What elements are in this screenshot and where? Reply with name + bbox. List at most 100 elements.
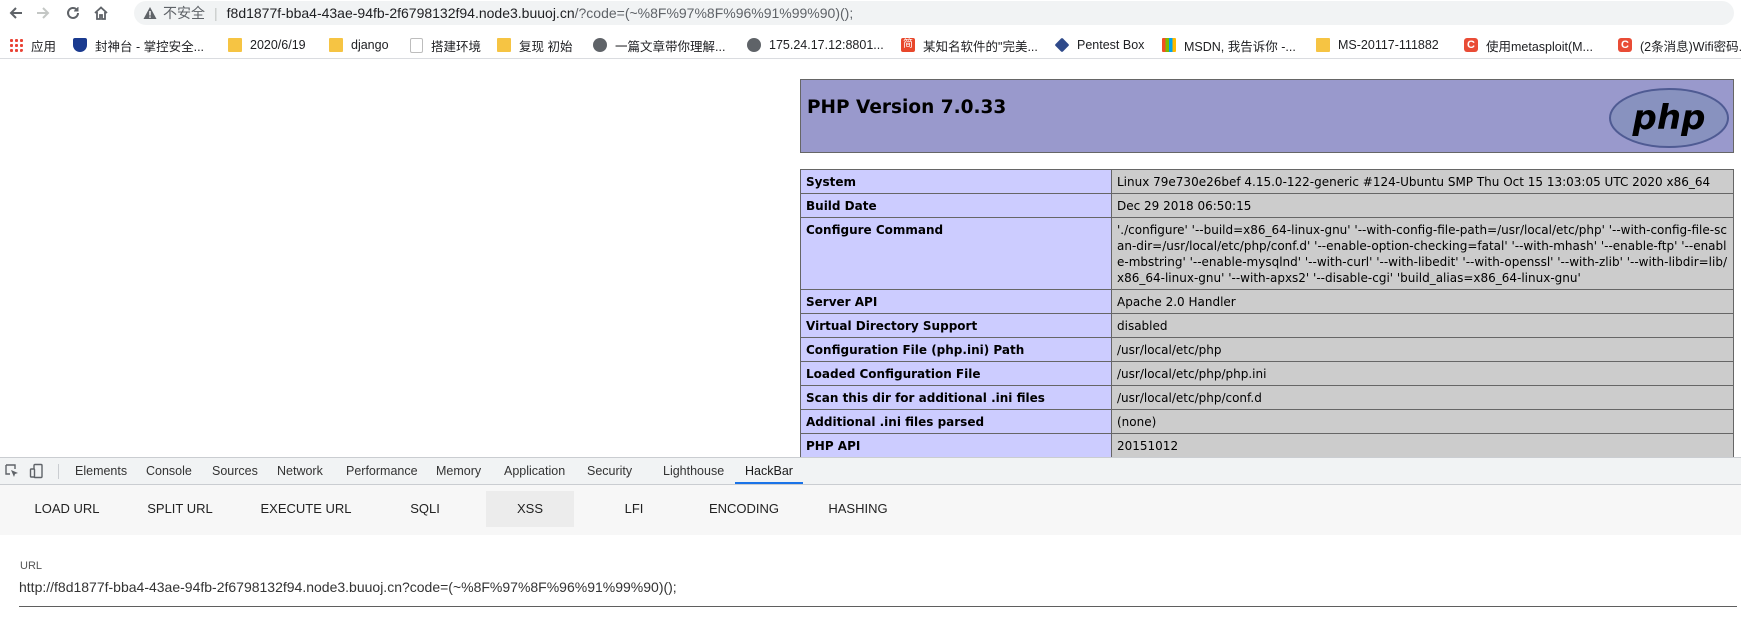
tab-lighthouse[interactable]: Lighthouse bbox=[663, 458, 724, 484]
row-key: Configuration File (php.ini) Path bbox=[800, 337, 1112, 362]
address-bar[interactable]: 不安全 | f8d1877f-bba4-43ae-94fb-2f6798132f… bbox=[134, 1, 1734, 25]
row-key: Build Date bbox=[800, 193, 1112, 218]
row-key: PHP API bbox=[800, 433, 1112, 457]
tab-hackbar[interactable]: HackBar bbox=[735, 458, 803, 484]
bookmark-item[interactable]: 搭建环境 bbox=[410, 37, 482, 54]
devtools-tab-bar: Elements Console Sources Network Perform… bbox=[0, 458, 1741, 485]
back-arrow-icon[interactable] bbox=[4, 2, 28, 24]
folder-icon bbox=[497, 38, 511, 52]
bookmark-apps[interactable]: 应用 bbox=[9, 37, 56, 54]
address-separator: | bbox=[214, 5, 218, 21]
bookmark-item[interactable]: Pentest Box bbox=[1054, 37, 1145, 53]
folder-icon bbox=[329, 38, 343, 52]
tab-elements[interactable]: Elements bbox=[75, 458, 127, 484]
bookmark-label: 一篇文章带你理解... bbox=[615, 39, 726, 54]
bookmarks-bar: 应用 封神台 - 掌控安全... 2020/6/19 django 搭建环境 复… bbox=[0, 32, 1741, 59]
row-key: Loaded Configuration File bbox=[800, 361, 1112, 386]
bookmark-label: MS-20117-111882 bbox=[1338, 38, 1439, 52]
table-row: Server API Apache 2.0 Handler bbox=[800, 289, 1734, 314]
home-icon[interactable] bbox=[89, 2, 113, 24]
php-logo-text: php bbox=[1632, 98, 1706, 138]
table-row: Configure Command './configure' '--build=… bbox=[800, 217, 1734, 290]
insecure-label: 不安全 bbox=[163, 5, 205, 21]
hashing-button[interactable]: HASHING bbox=[812, 491, 904, 527]
csdn-icon: C bbox=[1618, 38, 1632, 52]
page-viewport: PHP Version 7.0.33 php System Linux 79e73… bbox=[0, 59, 1741, 457]
toolbar-divider bbox=[58, 464, 59, 479]
folder-icon bbox=[228, 38, 242, 52]
xss-button[interactable]: XSS bbox=[486, 491, 574, 527]
row-value: 20151012 bbox=[1111, 433, 1734, 457]
row-value: Linux 79e730e26bef 4.15.0-122-generic #1… bbox=[1111, 169, 1734, 194]
warning-triangle-icon[interactable] bbox=[143, 6, 157, 20]
load-url-button[interactable]: LOAD URL bbox=[22, 491, 112, 527]
tab-network[interactable]: Network bbox=[277, 458, 323, 484]
bookmark-item[interactable]: 175.24.17.12:8801... bbox=[747, 37, 884, 53]
csdn-icon: C bbox=[1464, 38, 1478, 52]
table-row: PHP API 20151012 bbox=[800, 433, 1734, 457]
tab-security[interactable]: Security bbox=[587, 458, 632, 484]
bookmark-folder[interactable]: 复现 初始 bbox=[497, 37, 572, 54]
tab-performance[interactable]: Performance bbox=[346, 458, 418, 484]
devtools-panel: Elements Console Sources Network Perform… bbox=[0, 457, 1741, 621]
apps-grid-icon bbox=[9, 38, 23, 52]
bookmark-label: 175.24.17.12:8801... bbox=[769, 38, 884, 52]
globe-icon bbox=[593, 38, 607, 52]
table-row: Loaded Configuration File/usr/local/etc/… bbox=[800, 361, 1734, 386]
row-key: Virtual Directory Support bbox=[800, 313, 1112, 338]
reload-icon[interactable] bbox=[61, 2, 85, 24]
bookmark-folder[interactable]: MS-20117-111882 bbox=[1316, 37, 1439, 53]
bookmark-folder[interactable]: django bbox=[329, 37, 389, 53]
table-row: Additional .ini files parsed (none) bbox=[800, 409, 1734, 434]
php-logo-icon: php bbox=[1609, 88, 1729, 148]
php-version-header: PHP Version 7.0.33 php bbox=[800, 79, 1734, 153]
phpinfo-table: System Linux 79e730e26bef 4.15.0-122-gene… bbox=[800, 169, 1734, 457]
tab-console[interactable]: Console bbox=[146, 458, 192, 484]
row-value: /usr/local/etc/php/conf.d bbox=[1111, 385, 1734, 410]
bookmark-item[interactable]: 封神台 - 掌控安全... bbox=[73, 37, 205, 54]
bookmark-label: django bbox=[351, 38, 389, 52]
url-input[interactable]: http://f8d1877f-bba4-43ae-94fb-2f6798132… bbox=[19, 579, 677, 595]
inspect-element-icon[interactable] bbox=[4, 463, 20, 479]
bookmark-item[interactable]: MSDN, 我告诉你 -... bbox=[1162, 37, 1296, 54]
bookmark-label: 使用metasploit(M... bbox=[1486, 39, 1593, 54]
device-toolbar-icon[interactable] bbox=[29, 463, 45, 479]
row-value: (none) bbox=[1111, 409, 1734, 434]
bookmark-label: 某知名软件的"完美... bbox=[923, 39, 1038, 54]
shield-icon bbox=[73, 38, 87, 52]
bookmark-folder[interactable]: 2020/6/19 bbox=[228, 37, 306, 53]
forward-arrow-icon[interactable] bbox=[31, 2, 55, 24]
split-url-button[interactable]: SPLIT URL bbox=[134, 491, 226, 527]
url-input-underline bbox=[19, 606, 1737, 607]
jian-icon: 简 bbox=[901, 38, 915, 52]
table-row: System Linux 79e730e26bef 4.15.0-122-gene… bbox=[800, 169, 1734, 194]
bookmark-label: 封神台 - 掌控安全... bbox=[95, 39, 205, 54]
tab-memory[interactable]: Memory bbox=[436, 458, 481, 484]
bookmark-item[interactable]: 一篇文章带你理解... bbox=[593, 37, 726, 54]
tab-sources[interactable]: Sources bbox=[212, 458, 258, 484]
table-row: Configuration File (php.ini) Path/usr/lo… bbox=[800, 337, 1734, 362]
row-value: /usr/local/etc/php/php.ini bbox=[1111, 361, 1734, 386]
bookmark-item[interactable]: C 使用metasploit(M... bbox=[1464, 37, 1593, 54]
hackbar-toolbar: LOAD URL SPLIT URL EXECUTE URL SQLI XSS … bbox=[0, 485, 1741, 535]
row-key: Scan this dir for additional .ini files bbox=[800, 385, 1112, 410]
bookmark-label: MSDN, 我告诉你 -... bbox=[1184, 39, 1296, 54]
url-path: /?code=(~%8F%97%8F%96%91%99%90)(); bbox=[574, 5, 854, 21]
row-key: Configure Command bbox=[800, 217, 1112, 290]
bookmark-label: Pentest Box bbox=[1077, 38, 1145, 52]
sqli-button[interactable]: SQLI bbox=[385, 491, 465, 527]
bookmark-label: 2020/6/19 bbox=[250, 38, 306, 52]
bookmark-label: 搭建环境 bbox=[431, 39, 482, 54]
bookmark-item[interactable]: 简某知名软件的"完美... bbox=[901, 37, 1038, 54]
row-key: Server API bbox=[800, 289, 1112, 314]
bookmark-item[interactable]: C (2条消息)Wifi密码... bbox=[1618, 37, 1741, 54]
encoding-button[interactable]: ENCODING bbox=[696, 491, 792, 527]
lfi-button[interactable]: LFI bbox=[594, 491, 674, 527]
table-row: Virtual Directory Support disabled bbox=[800, 313, 1734, 338]
browser-toolbar: 不安全 | f8d1877f-bba4-43ae-94fb-2f6798132f… bbox=[0, 0, 1741, 26]
page-title: PHP Version 7.0.33 bbox=[807, 97, 1007, 118]
tab-application[interactable]: Application bbox=[504, 458, 565, 484]
execute-url-button[interactable]: EXECUTE URL bbox=[251, 491, 361, 527]
row-value: /usr/local/etc/php bbox=[1111, 337, 1734, 362]
row-key: Additional .ini files parsed bbox=[800, 409, 1112, 434]
